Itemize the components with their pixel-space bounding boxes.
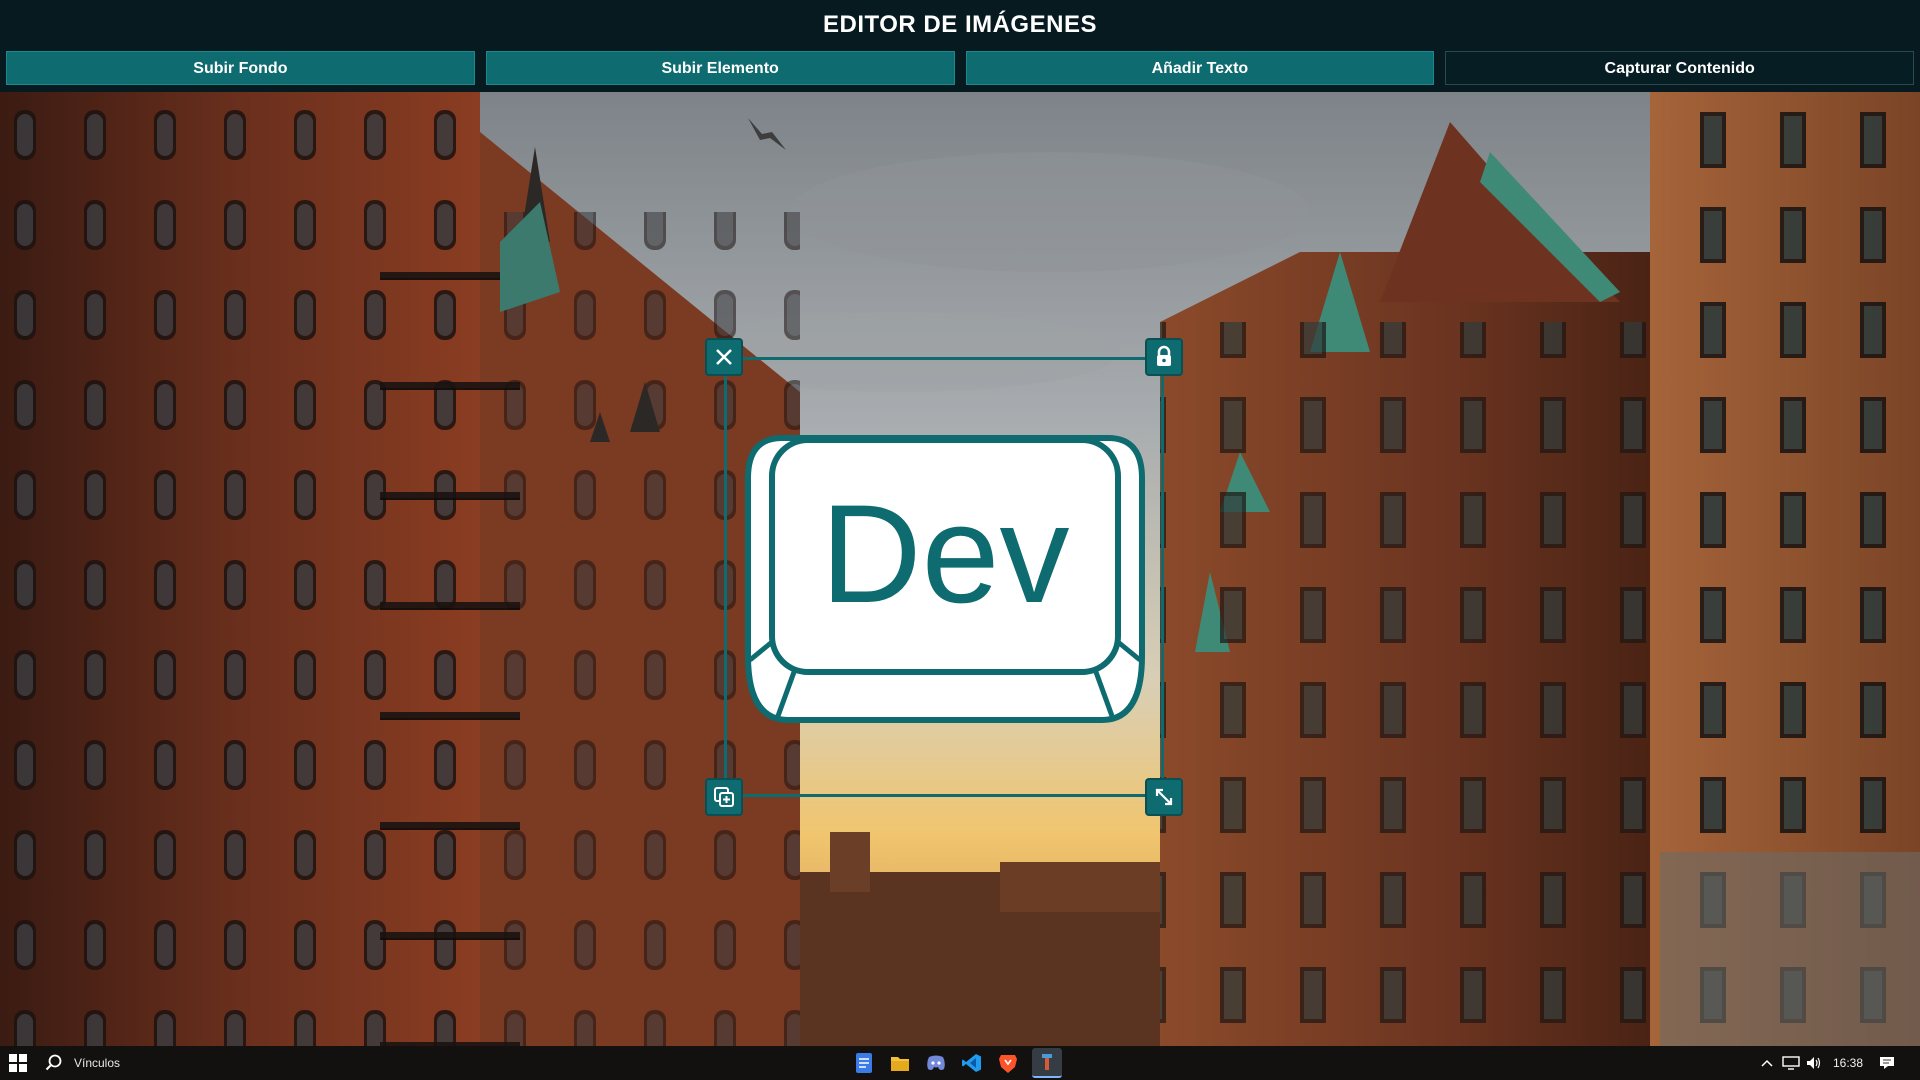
volume-icon[interactable] <box>1804 1046 1824 1080</box>
dev-logo-text: Dev <box>821 475 1070 632</box>
app-header: EDITOR DE IMÁGENES Subir Fondo Subir Ele… <box>0 0 1920 92</box>
editor-canvas[interactable]: Dev <box>0 92 1920 1046</box>
upload-background-button[interactable]: Subir Fondo <box>6 51 475 85</box>
chevron-up-icon[interactable] <box>1758 1046 1776 1080</box>
search-icon[interactable] <box>42 1046 66 1080</box>
network-icon[interactable] <box>1780 1046 1802 1080</box>
lock-icon[interactable] <box>1145 338 1183 376</box>
app-icon[interactable] <box>1032 1048 1062 1078</box>
file-explorer-icon[interactable] <box>885 1048 915 1078</box>
close-icon[interactable] <box>705 338 743 376</box>
brave-icon[interactable] <box>993 1048 1023 1078</box>
duplicate-icon[interactable] <box>705 778 743 816</box>
dev-logo-element[interactable]: Dev <box>742 432 1148 816</box>
docs-icon[interactable] <box>849 1048 879 1078</box>
toolbar: Subir Fondo Subir Elemento Añadir Texto … <box>6 51 1914 85</box>
discord-icon[interactable] <box>921 1048 951 1078</box>
notifications-icon[interactable] <box>1876 1046 1898 1080</box>
upload-element-button[interactable]: Subir Elemento <box>485 51 955 85</box>
add-text-button[interactable]: Añadir Texto <box>965 51 1435 85</box>
clock-time[interactable]: 16:38 <box>1826 1046 1870 1080</box>
taskbar: Vínculos 16:38 <box>0 1046 1920 1080</box>
resize-icon[interactable] <box>1145 778 1183 816</box>
windows-start-icon[interactable] <box>6 1046 30 1080</box>
page-title: EDITOR DE IMÁGENES <box>823 11 1097 38</box>
links-toolbar-label[interactable]: Vínculos <box>74 1046 120 1080</box>
vscode-icon[interactable] <box>957 1048 987 1078</box>
capture-content-button[interactable]: Capturar Contenido <box>1445 51 1914 85</box>
